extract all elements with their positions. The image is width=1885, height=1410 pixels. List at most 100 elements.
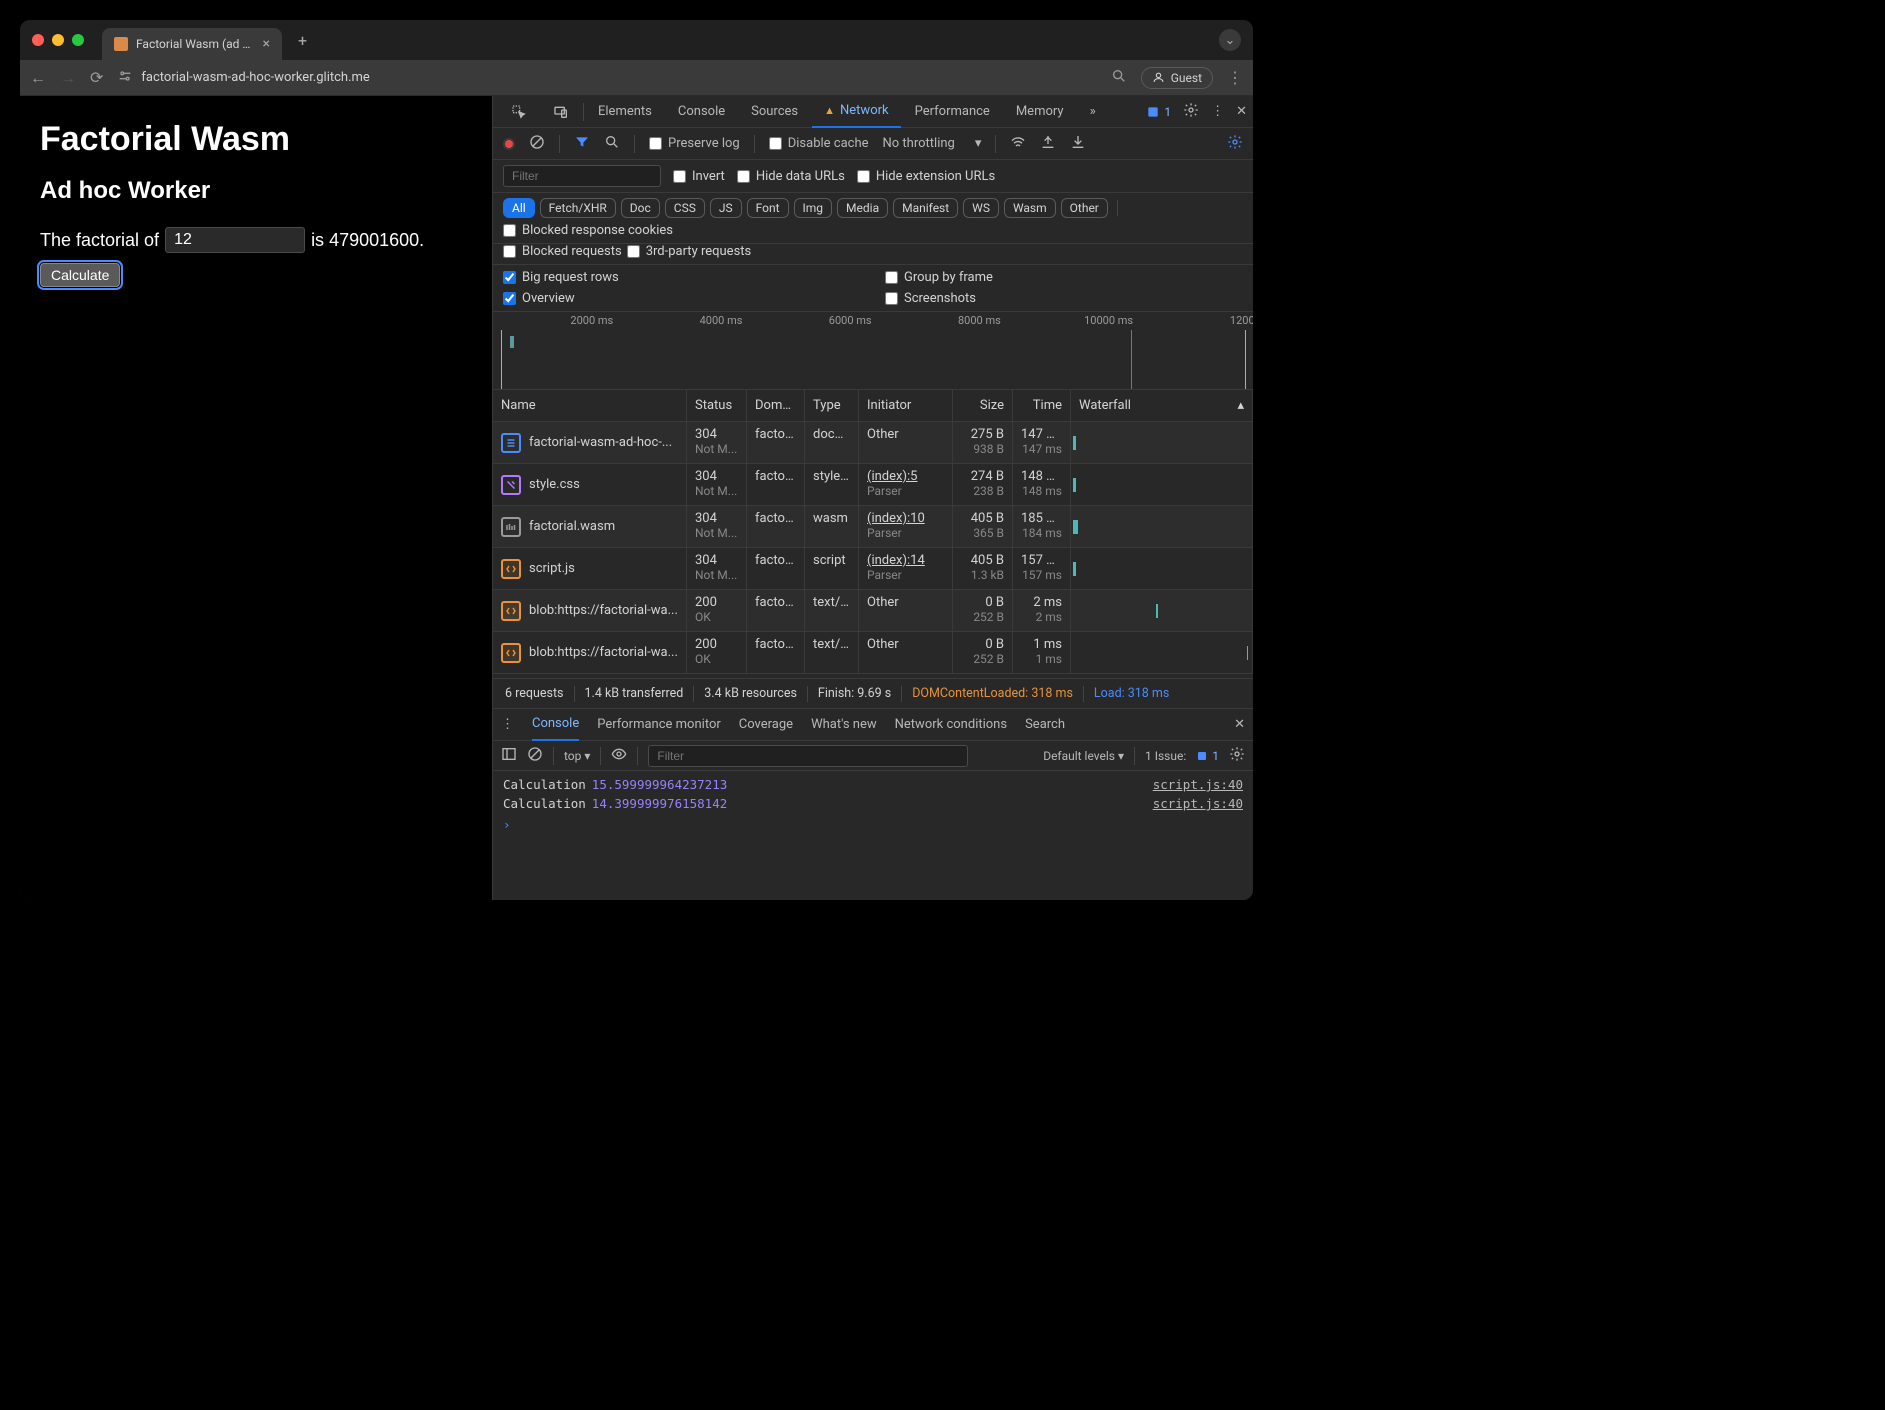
tab-network[interactable]: ▲Network	[812, 96, 901, 128]
console-settings-icon[interactable]	[1229, 746, 1245, 765]
type-chip-other[interactable]: Other	[1061, 198, 1108, 218]
type-chip-js[interactable]: JS	[710, 198, 742, 218]
browser-menu-icon[interactable]: ⋮	[1227, 68, 1243, 87]
col-status[interactable]: Status	[687, 390, 747, 421]
network-row[interactable]: script.js 304Not M... factori... script …	[493, 548, 1253, 590]
type-chip-img[interactable]: Img	[794, 198, 833, 218]
col-initiator[interactable]: Initiator	[859, 390, 953, 421]
levels-select[interactable]: Default levels ▾	[1043, 749, 1124, 763]
drawer-menu-icon[interactable]: ⋮	[501, 717, 514, 732]
device-mode-icon[interactable]	[541, 96, 581, 128]
blocked-requests-check[interactable]: Blocked requests	[503, 244, 622, 259]
drawer-tab-netcond[interactable]: Network conditions	[895, 717, 1007, 732]
type-chip-wasm[interactable]: Wasm	[1004, 198, 1056, 218]
console-clear-icon[interactable]	[527, 746, 543, 765]
type-chip-doc[interactable]: Doc	[621, 198, 660, 218]
settings-icon[interactable]	[1183, 102, 1199, 122]
console-issue-badge[interactable]: 1	[1196, 749, 1219, 763]
network-row[interactable]: style.css 304Not M... factori... styles.…	[493, 464, 1253, 506]
network-row[interactable]: blob:https://factorial-wa... 200OK facto…	[493, 590, 1253, 632]
col-size[interactable]: Size	[953, 390, 1013, 421]
disable-cache-check[interactable]: Disable cache	[769, 136, 869, 151]
factorial-input[interactable]	[165, 227, 305, 253]
inspect-icon[interactable]	[499, 96, 539, 128]
network-row[interactable]: factorial.wasm 304Not M... factori... wa…	[493, 506, 1253, 548]
forward-button[interactable]: →	[60, 68, 76, 88]
type-chip-font[interactable]: Font	[747, 198, 789, 218]
overview-check[interactable]: Overview	[503, 291, 861, 306]
drawer-tab-whatsnew[interactable]: What's new	[811, 717, 877, 732]
type-chip-ws[interactable]: WS	[963, 198, 999, 218]
maximize-window-button[interactable]	[72, 34, 84, 46]
source-link[interactable]: script.js:40	[1153, 796, 1243, 811]
tab-performance[interactable]: Performance	[903, 96, 1002, 128]
tab-elements[interactable]: Elements	[586, 96, 664, 128]
network-filter-input[interactable]	[503, 165, 661, 187]
type-chip-fetchxhr[interactable]: Fetch/XHR	[540, 198, 616, 218]
live-expr-icon[interactable]	[611, 746, 627, 765]
network-row[interactable]: factorial-wasm-ad-hoc-... 304Not M... fa…	[493, 422, 1253, 464]
devtools-menu-icon[interactable]: ⋮	[1211, 104, 1224, 119]
close-devtools-icon[interactable]: ✕	[1236, 104, 1247, 119]
drawer-tab-search[interactable]: Search	[1025, 717, 1065, 732]
record-button[interactable]	[503, 138, 515, 150]
type-chip-manifest[interactable]: Manifest	[893, 198, 958, 218]
col-domain[interactable]: Domain	[747, 390, 805, 421]
col-type[interactable]: Type	[805, 390, 859, 421]
site-settings-icon[interactable]	[117, 68, 133, 88]
third-party-check[interactable]: 3rd-party requests	[627, 244, 752, 259]
url-field[interactable]: factorial-wasm-ad-hoc-worker.glitch.me	[117, 68, 1096, 88]
type-chip-css[interactable]: CSS	[665, 198, 705, 218]
tab-console[interactable]: Console	[666, 96, 737, 128]
calculate-button[interactable]: Calculate	[40, 263, 120, 287]
search-icon[interactable]	[604, 134, 620, 154]
new-tab-button[interactable]: +	[298, 31, 307, 50]
throttling-select[interactable]: No throttling ▾	[883, 136, 982, 151]
close-tab-icon[interactable]: ×	[263, 36, 270, 52]
page-h2: Ad hoc Worker	[40, 177, 472, 205]
network-settings-icon[interactable]	[1227, 134, 1243, 154]
close-drawer-icon[interactable]: ✕	[1234, 717, 1245, 732]
drawer-tab-console[interactable]: Console	[532, 709, 579, 741]
invert-check[interactable]: Invert	[673, 169, 725, 184]
source-link[interactable]: script.js:40	[1153, 777, 1243, 792]
console-prompt[interactable]: ›	[493, 813, 1253, 836]
network-conditions-icon[interactable]	[1010, 134, 1026, 154]
context-select[interactable]: top ▾	[564, 749, 590, 763]
type-chip-all[interactable]: All	[503, 198, 535, 218]
tab-memory[interactable]: Memory	[1004, 96, 1076, 128]
zoom-icon[interactable]	[1111, 68, 1127, 88]
network-row[interactable]: blob:https://factorial-wa... 200OK facto…	[493, 632, 1253, 674]
more-tabs-button[interactable]: »	[1078, 96, 1108, 128]
export-har-icon[interactable]	[1040, 134, 1056, 154]
drawer-tab-perfmon[interactable]: Performance monitor	[597, 717, 721, 732]
issues-badge[interactable]: 1	[1146, 105, 1171, 119]
browser-tab[interactable]: Factorial Wasm (ad hoc Work ×	[102, 28, 282, 60]
tab-sources[interactable]: Sources	[739, 96, 810, 128]
col-waterfall[interactable]: Waterfall▴	[1071, 390, 1253, 421]
screenshots-check[interactable]: Screenshots	[885, 291, 1243, 306]
filter-icon[interactable]	[574, 134, 590, 154]
col-name[interactable]: Name	[493, 390, 687, 421]
big-rows-check[interactable]: Big request rows	[503, 270, 861, 285]
blocked-cookies-check[interactable]: Blocked response cookies	[503, 223, 673, 238]
minimize-window-button[interactable]	[52, 34, 64, 46]
close-window-button[interactable]	[32, 34, 44, 46]
timeline-overview[interactable]: 2000 ms4000 ms6000 ms8000 ms10000 ms1200…	[493, 312, 1253, 390]
reload-button[interactable]: ⟳	[90, 68, 103, 87]
hide-ext-urls-check[interactable]: Hide extension URLs	[857, 169, 995, 184]
clear-button[interactable]	[529, 134, 545, 154]
console-sidebar-icon[interactable]	[501, 746, 517, 765]
import-har-icon[interactable]	[1070, 134, 1086, 154]
type-chip-media[interactable]: Media	[837, 198, 888, 218]
console-filter-input[interactable]	[648, 745, 968, 767]
back-button[interactable]: ←	[30, 68, 46, 88]
col-time[interactable]: Time	[1013, 390, 1071, 421]
js-file-icon	[501, 601, 521, 621]
preserve-log-check[interactable]: Preserve log	[649, 136, 740, 151]
profile-badge[interactable]: Guest	[1141, 67, 1213, 89]
group-frame-check[interactable]: Group by frame	[885, 270, 1243, 285]
drawer-tab-coverage[interactable]: Coverage	[739, 717, 793, 732]
tab-overflow-button[interactable]: ⌄	[1219, 29, 1241, 51]
hide-data-urls-check[interactable]: Hide data URLs	[737, 169, 845, 184]
